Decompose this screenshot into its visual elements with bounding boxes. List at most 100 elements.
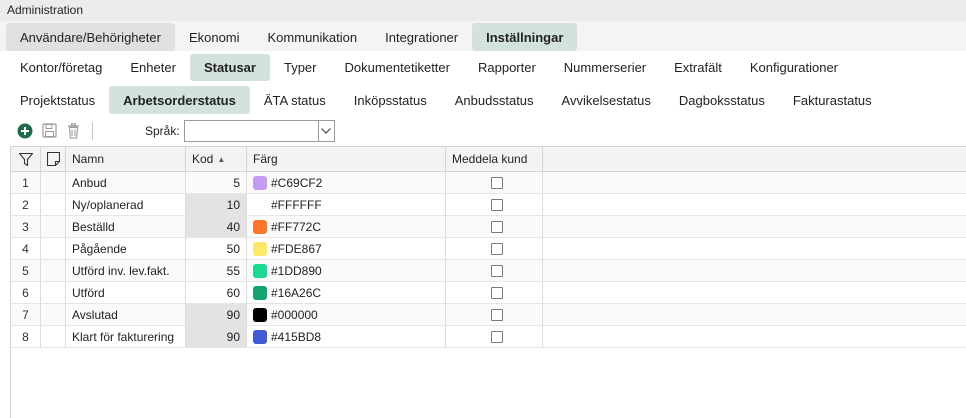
row-number: 3	[11, 216, 41, 237]
column-header-meddela-kund[interactable]: Meddela kund	[446, 147, 543, 171]
notify-customer-cell	[446, 260, 543, 281]
tab-level3-4[interactable]: Anbudsstatus	[441, 86, 548, 114]
row-note[interactable]	[41, 216, 66, 237]
status-code[interactable]: 5	[186, 172, 247, 193]
status-code[interactable]: 60	[186, 282, 247, 303]
language-label: Språk:	[145, 123, 180, 138]
column-header-farg[interactable]: Färg	[247, 147, 446, 171]
table-row[interactable]: 1 Anbud 5 #C69CF2	[11, 172, 966, 194]
tab-level3-6[interactable]: Dagboksstatus	[665, 86, 779, 114]
tab-level2-1[interactable]: Enheter	[116, 54, 190, 81]
tab-level1-1[interactable]: Ekonomi	[175, 23, 254, 51]
status-color[interactable]: #C69CF2	[247, 172, 446, 193]
save-icon[interactable]	[40, 122, 58, 140]
filter-icon[interactable]	[11, 147, 41, 171]
tab-level3-0[interactable]: Projektstatus	[6, 86, 109, 114]
status-color[interactable]: #000000	[247, 304, 446, 325]
row-note[interactable]	[41, 260, 66, 281]
tab-level3-2[interactable]: ÄTA status	[250, 86, 340, 114]
status-name[interactable]: Utförd	[66, 282, 186, 303]
notify-customer-checkbox[interactable]	[491, 286, 503, 299]
row-note[interactable]	[41, 326, 66, 347]
tab-level1-2[interactable]: Kommunikation	[254, 23, 372, 51]
status-color[interactable]: #16A26C	[247, 282, 446, 303]
tab-level1-4[interactable]: Inställningar	[472, 23, 578, 51]
note-icon[interactable]	[41, 147, 66, 171]
tab-level2-3[interactable]: Typer	[270, 54, 331, 81]
notify-customer-checkbox[interactable]	[491, 176, 503, 189]
language-input[interactable]	[183, 119, 318, 142]
tab-level2-6[interactable]: Nummerserier	[550, 54, 660, 81]
tab-level2-7[interactable]: Extrafält	[660, 54, 736, 81]
status-code[interactable]: 50	[186, 238, 247, 259]
table-row[interactable]: 5 Utförd inv. lev.fakt. 55 #1DD890	[11, 260, 966, 282]
status-color[interactable]: #FF772C	[247, 216, 446, 237]
status-code[interactable]: 10	[186, 194, 247, 215]
status-color[interactable]: #415BD8	[247, 326, 446, 347]
notify-customer-checkbox[interactable]	[491, 242, 503, 255]
notify-customer-cell	[446, 282, 543, 303]
color-hex: #C69CF2	[271, 175, 323, 190]
notify-customer-cell	[446, 172, 543, 193]
row-filler	[543, 282, 966, 303]
status-name[interactable]: Pågående	[66, 238, 186, 259]
row-note[interactable]	[41, 304, 66, 325]
table-row[interactable]: 4 Pågående 50 #FDE867	[11, 238, 966, 260]
status-code[interactable]: 90	[186, 326, 247, 347]
language-select[interactable]	[183, 119, 335, 142]
grid-body: 1 Anbud 5 #C69CF2 2 Ny/oplanerad 10 #FFFFFF 3 Bes…	[11, 172, 966, 348]
tab-level3-3[interactable]: Inköpsstatus	[340, 86, 441, 114]
tab-level3-1[interactable]: Arbetsorderstatus	[109, 86, 250, 114]
notify-customer-checkbox[interactable]	[491, 330, 503, 343]
status-name[interactable]: Ny/oplanerad	[66, 194, 186, 215]
tab-level2-4[interactable]: Dokumentetiketter	[330, 54, 464, 81]
row-number: 1	[11, 172, 41, 193]
tabs-level1: Användare/Behörigheter Ekonomi Kommunikati…	[0, 21, 966, 51]
notify-customer-cell	[446, 216, 543, 237]
status-color[interactable]: #1DD890	[247, 260, 446, 281]
table-row[interactable]: 6 Utförd 60 #16A26C	[11, 282, 966, 304]
tab-level1-3[interactable]: Integrationer	[371, 23, 472, 51]
notify-customer-checkbox[interactable]	[491, 308, 503, 321]
toolbar: Språk:	[0, 117, 966, 144]
status-color[interactable]: #FDE867	[247, 238, 446, 259]
tab-level2-8[interactable]: Konfigurationer	[736, 54, 852, 81]
notify-customer-checkbox[interactable]	[491, 198, 503, 211]
row-note[interactable]	[41, 282, 66, 303]
status-name[interactable]: Anbud	[66, 172, 186, 193]
column-header-kod[interactable]: Kod ▲	[186, 147, 247, 171]
status-code[interactable]: 55	[186, 260, 247, 281]
row-note[interactable]	[41, 238, 66, 259]
tab-level2-5[interactable]: Rapporter	[464, 54, 550, 81]
status-code[interactable]: 40	[186, 216, 247, 237]
table-row[interactable]: 8 Klart för fakturering 90 #415BD8	[11, 326, 966, 348]
column-header-name[interactable]: Namn	[66, 147, 186, 171]
color-hex: #415BD8	[271, 329, 322, 344]
tab-level3-5[interactable]: Avvikelsestatus	[548, 86, 665, 114]
status-name[interactable]: Avslutad	[66, 304, 186, 325]
notify-customer-checkbox[interactable]	[491, 264, 503, 277]
tab-level2-0[interactable]: Kontor/företag	[6, 54, 116, 81]
row-note[interactable]	[41, 194, 66, 215]
table-row[interactable]: 2 Ny/oplanerad 10 #FFFFFF	[11, 194, 966, 216]
color-hex: #FF772C	[271, 219, 322, 234]
row-number: 8	[11, 326, 41, 347]
status-name[interactable]: Beställd	[66, 216, 186, 237]
notify-customer-checkbox[interactable]	[491, 220, 503, 233]
row-note[interactable]	[41, 172, 66, 193]
column-header-filler	[543, 147, 966, 171]
table-row[interactable]: 3 Beställd 40 #FF772C	[11, 216, 966, 238]
color-hex: #FFFFFF	[271, 197, 322, 212]
status-name[interactable]: Utförd inv. lev.fakt.	[66, 260, 186, 281]
row-filler	[543, 260, 966, 281]
add-circle-icon[interactable]	[16, 122, 34, 140]
tab-level1-0[interactable]: Användare/Behörigheter	[6, 23, 175, 51]
status-code[interactable]: 90	[186, 304, 247, 325]
tab-level2-2[interactable]: Statusar	[189, 53, 270, 81]
trash-icon[interactable]	[64, 122, 82, 140]
chevron-down-icon[interactable]	[317, 119, 335, 142]
table-row[interactable]: 7 Avslutad 90 #000000	[11, 304, 966, 326]
status-color[interactable]: #FFFFFF	[247, 194, 446, 215]
tab-level3-7[interactable]: Fakturastatus	[779, 86, 886, 114]
status-name[interactable]: Klart för fakturering	[66, 326, 186, 347]
